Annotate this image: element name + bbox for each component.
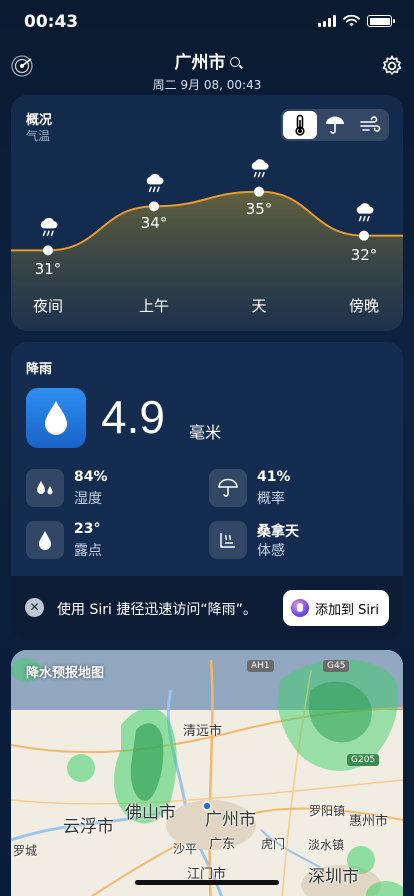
time-period-label: 天 — [251, 297, 267, 315]
map-city-label: 广东 — [209, 837, 236, 852]
map-city-label: 惠州市 — [349, 814, 389, 829]
dewpoint-label: 露点 — [74, 543, 102, 559]
probability-metric: 41% 概率 — [209, 466, 389, 510]
add-to-siri-button[interactable]: 添加到 Siri — [283, 590, 389, 626]
search-icon — [229, 57, 240, 67]
sauna-icon — [209, 521, 247, 559]
status-icons — [318, 15, 395, 27]
raindrop-icon — [26, 388, 86, 448]
map-city-label: 云浮市 — [63, 817, 114, 837]
probability-label: 概率 — [257, 491, 285, 507]
humidity-metric: 84% 湿度 — [26, 466, 206, 510]
temperature-label: 32° — [350, 245, 378, 264]
rain-cloud-icon — [146, 173, 164, 193]
map-title: 降水预报地图 — [26, 666, 105, 681]
battery-icon — [367, 15, 395, 27]
status-bar: 00:43 — [0, 0, 414, 44]
feels-like-metric: 桑拿天 体感 — [209, 518, 389, 562]
city-name: 广州市 — [174, 53, 226, 73]
date-time: 周二 9月 08, 00:43 — [152, 78, 262, 92]
precipitation-card: 降雨 4.9 毫米 84% 湿度 41% 概率 23° 露点 桑拿天 体感 ✕ — [11, 342, 403, 640]
header: 广州市 周二 9月 08, 00:43 — [0, 46, 414, 93]
location-selector[interactable]: 广州市 周二 9月 08, 00:43 — [0, 48, 414, 93]
humidity-label: 湿度 — [74, 491, 102, 507]
feels-like-label: 体感 — [257, 543, 285, 559]
temperature-area — [11, 191, 403, 331]
humidity-value: 84% — [74, 469, 108, 485]
map-city-label: 沙平 — [173, 842, 198, 856]
map-city-label: 虎门 — [261, 837, 286, 851]
overview-card: 概况 气温 31° 夜间 34° 上午 35° 天 32° 傍晚 — [11, 95, 403, 331]
temperature-label: 34° — [140, 214, 168, 233]
cellular-signal-icon — [318, 15, 336, 27]
highway-shield: AH1 — [247, 660, 274, 672]
time-period-label: 傍晚 — [348, 297, 380, 315]
highway-shield: G45 — [323, 660, 350, 672]
home-indicator[interactable] — [135, 880, 279, 885]
precip-amount: 4.9 — [101, 391, 165, 443]
probability-value: 41% — [257, 469, 291, 485]
temperature-chart — [11, 159, 403, 331]
siri-shortcut-banner: ✕ 使用 Siri 捷径迅速访问“降雨”。 添加到 Siri — [11, 576, 403, 640]
temperature-point — [359, 230, 369, 241]
dewpoint-value: 23° — [74, 521, 101, 537]
temperature-label: 35° — [245, 199, 273, 218]
temperature-point — [254, 186, 264, 197]
map-city-label: 淡水镇 — [308, 838, 345, 852]
close-icon[interactable]: ✕ — [25, 598, 44, 617]
add-to-siri-label: 添加到 Siri — [315, 602, 379, 618]
time-period-label: 夜间 — [32, 297, 64, 315]
highway-shield: G205 — [347, 754, 380, 766]
map-city-label: 罗城 — [13, 844, 38, 858]
precip-unit: 毫米 — [189, 423, 222, 442]
siri-prompt: 使用 Siri 捷径迅速访问“降雨”。 — [57, 602, 257, 618]
rain-cloud-icon — [251, 159, 269, 178]
humidity-icon — [26, 469, 64, 507]
umbrella-icon — [209, 469, 247, 507]
map-city-label: 佛山市 — [125, 803, 176, 823]
precip-title: 降雨 — [26, 362, 53, 377]
temperature-point — [149, 201, 159, 212]
time-period-label: 上午 — [138, 297, 170, 315]
dewpoint-drop-icon — [26, 521, 64, 559]
map-city-label: 广州市 — [205, 810, 256, 830]
temperature-label: 31° — [34, 260, 62, 279]
rain-cloud-icon — [356, 203, 374, 222]
status-time: 00:43 — [24, 12, 79, 32]
temperature-point — [43, 245, 53, 256]
rain-cloud-icon — [40, 217, 58, 237]
siri-icon — [291, 599, 309, 617]
wifi-icon — [343, 15, 360, 27]
feels-like-value: 桑拿天 — [257, 524, 299, 540]
map-city-label: 罗阳镇 — [309, 804, 346, 818]
map-city-label: 深圳市 — [308, 867, 359, 887]
map-city-label: 清远市 — [183, 724, 223, 739]
dewpoint-metric: 23° 露点 — [26, 518, 206, 562]
precipitation-map[interactable]: 降水预报地图 AH1 G45 G205 清远市 佛山市 广州市 云浮市 罗阳镇 … — [11, 650, 403, 896]
precipitation-map-card[interactable]: 降水预报地图 AH1 G45 G205 清远市 佛山市 广州市 云浮市 罗阳镇 … — [11, 650, 403, 896]
gear-icon[interactable] — [380, 54, 404, 78]
map-background — [11, 650, 403, 896]
